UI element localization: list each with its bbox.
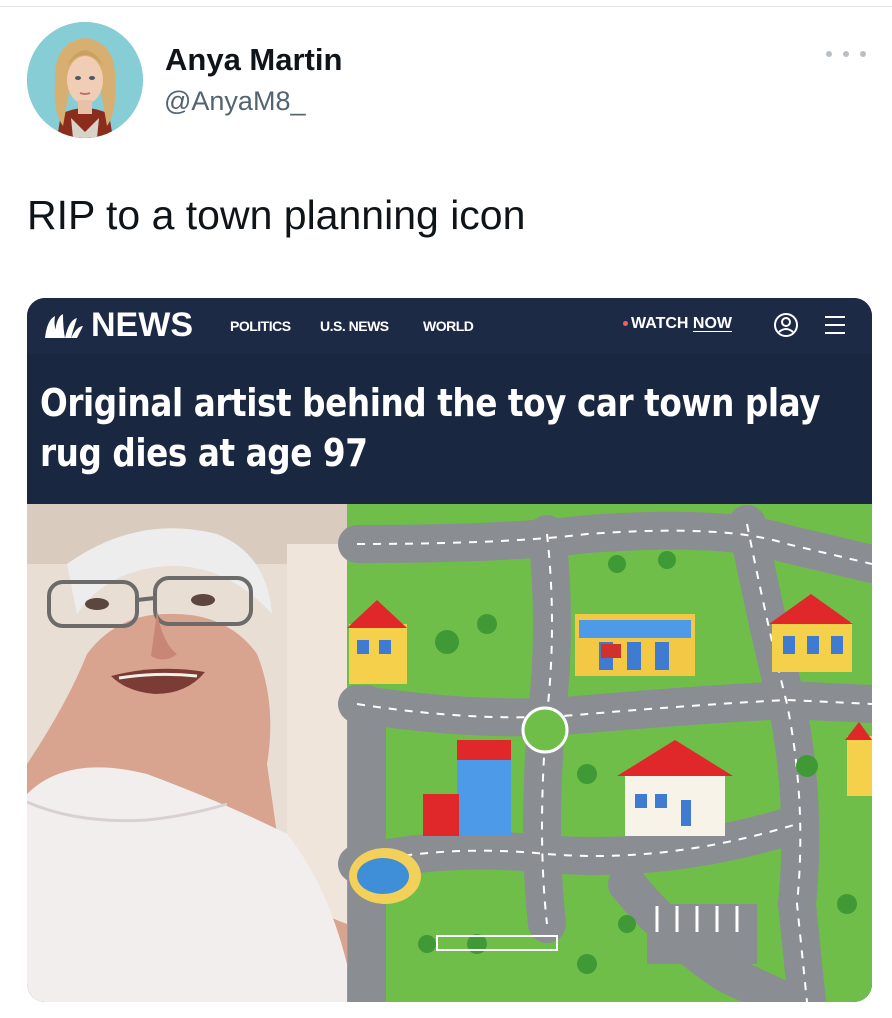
peacock-logo <box>45 314 83 338</box>
ellipsis-icon[interactable] <box>826 44 866 64</box>
ellipsis-dot <box>826 51 832 57</box>
author-name[interactable]: Anya Martin <box>165 42 342 78</box>
news-screenshot-card[interactable]: NEWS POLITICS U.S. NEWS WORLD WATCH NOW … <box>27 298 872 1002</box>
nav-link-politics[interactable]: POLITICS <box>230 318 291 334</box>
author-handle[interactable]: @AnyaM8_ <box>164 86 305 117</box>
news-site-header: NEWS POLITICS U.S. NEWS WORLD WATCH NOW <box>27 298 872 354</box>
ellipsis-dot <box>843 51 849 57</box>
watch-label: WATCH <box>631 315 689 332</box>
watch-now-link[interactable]: WATCH NOW <box>623 315 732 333</box>
watch-now-label: NOW <box>692 315 733 332</box>
nav-link-world[interactable]: WORLD <box>423 318 474 334</box>
tweet-text: RIP to a town planning icon <box>27 192 526 238</box>
article-headline[interactable]: Original artist behind the toy car town … <box>40 378 866 478</box>
top-divider <box>0 6 892 7</box>
account-icon[interactable] <box>773 312 799 338</box>
nav-link-us-news[interactable]: U.S. NEWS <box>320 318 389 334</box>
article-image <box>27 504 872 1002</box>
live-dot <box>623 321 628 327</box>
avatar[interactable] <box>27 22 143 138</box>
hamburger-menu-icon[interactable] <box>823 312 847 338</box>
news-brand[interactable]: NEWS <box>91 306 193 345</box>
ellipsis-dot <box>860 51 866 57</box>
